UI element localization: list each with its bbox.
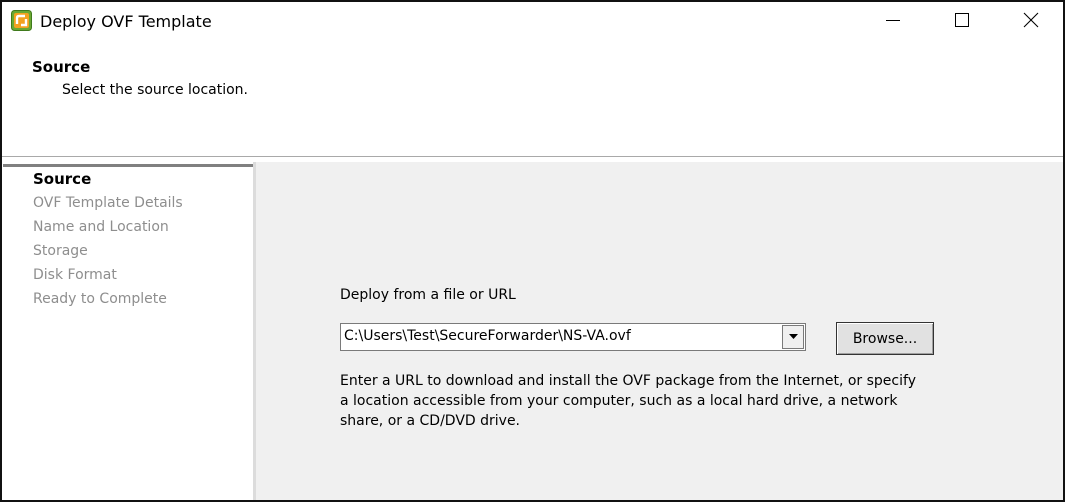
wizard-steps-nav: Source OVF Template Details Name and Loc… (2, 162, 253, 500)
browse-button[interactable]: Browse... (836, 322, 934, 355)
minimize-button[interactable] (870, 2, 916, 38)
dropdown-button[interactable] (782, 325, 804, 349)
nav-step-name-and-location: Name and Location (33, 219, 169, 235)
maximize-icon (955, 13, 969, 27)
deploy-ovf-window: Deploy OVF Template Source Select the so… (0, 0, 1065, 502)
minimize-icon (886, 20, 900, 21)
wizard-content: Deploy from a file or URL C:\Users\Test\… (256, 162, 1063, 500)
header-divider-highlight (2, 157, 1063, 158)
source-path-value[interactable]: C:\Users\Test\SecureForwarder\NS-VA.ovf (344, 328, 631, 344)
source-path-combobox[interactable]: C:\Users\Test\SecureForwarder\NS-VA.ovf (340, 323, 806, 351)
nav-step-disk-format: Disk Format (33, 267, 117, 283)
window-title: Deploy OVF Template (40, 12, 212, 31)
wizard-header: Source Select the source location. (2, 42, 1063, 157)
source-help-text: Enter a URL to download and install the … (340, 373, 916, 429)
step-title: Source (32, 58, 91, 76)
close-icon (1023, 12, 1039, 28)
nav-top-rule (3, 164, 253, 167)
nav-step-source[interactable]: Source (33, 170, 91, 188)
browse-button-label: Browse... (852, 331, 918, 347)
step-subtitle: Select the source location. (62, 82, 249, 98)
nav-step-ovf-template-details: OVF Template Details (33, 195, 183, 211)
deploy-source-label: Deploy from a file or URL (340, 287, 516, 303)
title-bar[interactable]: Deploy OVF Template (2, 2, 1063, 42)
vsphere-app-icon (11, 10, 32, 31)
nav-step-ready-to-complete: Ready to Complete (33, 291, 167, 307)
chevron-down-icon (789, 334, 798, 339)
close-button[interactable] (1008, 2, 1054, 38)
nav-step-storage: Storage (33, 243, 88, 259)
maximize-button[interactable] (939, 2, 985, 38)
